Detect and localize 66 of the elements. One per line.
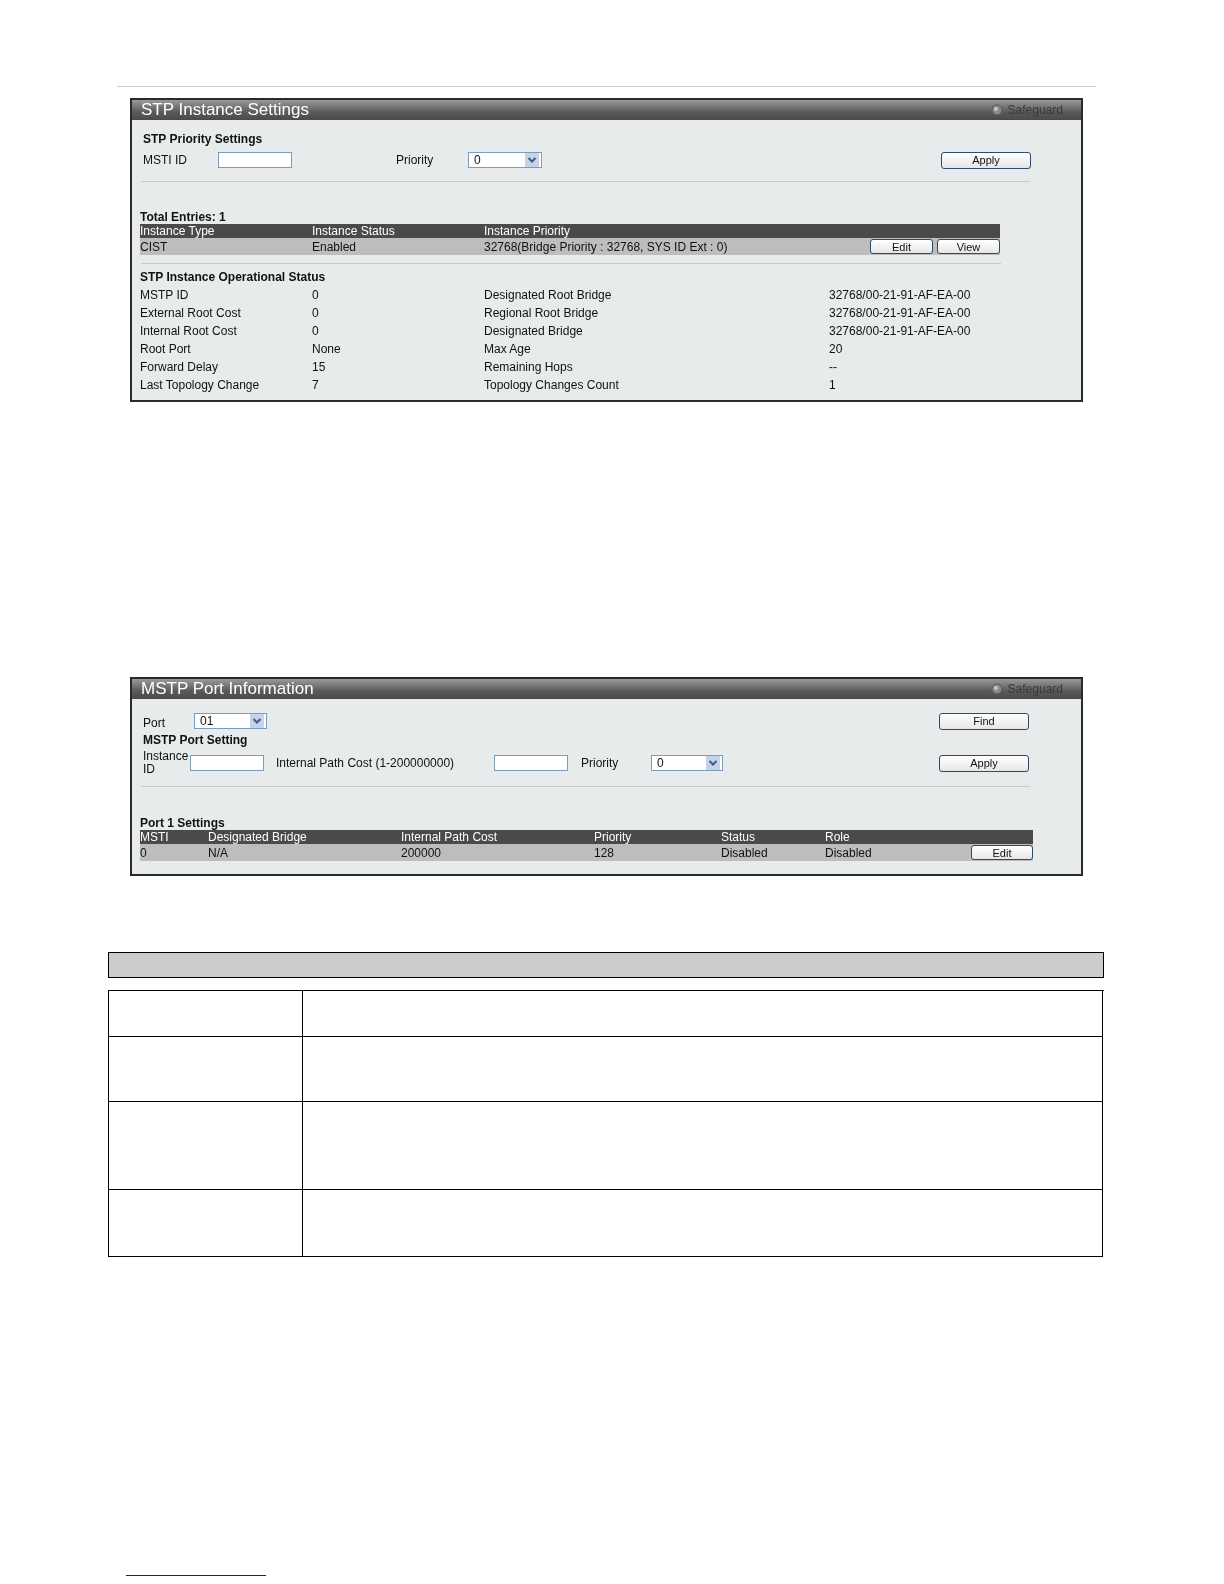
- status-label: MSTP ID: [140, 288, 190, 302]
- status-value: 32768/00-21-91-AF-EA-00: [829, 324, 972, 338]
- dropdown[interactable]: 0: [468, 152, 542, 168]
- status-value: 1: [829, 378, 837, 392]
- total-entries: Total Entries: 1: [140, 210, 227, 224]
- section-heading: MSTP Port Setting: [143, 733, 249, 747]
- field-label: Internal Path Cost (1-200000000): [276, 756, 456, 770]
- button[interactable]: Apply: [941, 151, 1031, 169]
- table-cell-text: 128: [594, 845, 616, 860]
- status-value: None: [312, 342, 342, 356]
- status-label: Remaining Hops: [484, 360, 574, 374]
- status-value: 0: [312, 306, 320, 320]
- status-label: Topology Changes Count: [484, 378, 620, 392]
- status-value: 7: [312, 378, 320, 392]
- status-label: Internal Root Cost: [140, 324, 238, 338]
- column-header: MSTI: [140, 830, 170, 844]
- dropdown[interactable]: 01: [194, 713, 267, 729]
- status-value: 0: [312, 324, 320, 338]
- status-label: Root Port: [140, 342, 192, 356]
- button[interactable]: Apply: [939, 754, 1029, 772]
- field-label: MSTI ID: [143, 153, 188, 167]
- column-header: Internal Path Cost: [401, 830, 499, 844]
- dropdown[interactable]: 0: [651, 755, 723, 771]
- status-label: Designated Root Bridge: [484, 288, 613, 302]
- section-heading: STP Instance Operational Status: [140, 270, 327, 284]
- status-label: Regional Root Bridge: [484, 306, 600, 320]
- field-label: Instance ID: [143, 750, 190, 776]
- column-header: Instance Priority: [484, 224, 572, 238]
- field-label: Priority: [396, 153, 435, 167]
- safeguard-label: Safeguard: [1007, 103, 1063, 117]
- table-cell-text: N/A: [208, 845, 229, 860]
- column-header: Priority: [594, 830, 633, 844]
- table-cell-text: Disabled: [825, 845, 873, 860]
- button[interactable]: View: [937, 239, 1000, 254]
- column-header: Designated Bridge: [208, 830, 308, 844]
- table-cell-text: CIST: [140, 239, 169, 254]
- status-value: 32768/00-21-91-AF-EA-00: [829, 288, 972, 302]
- button[interactable]: Find: [939, 712, 1029, 730]
- table-cell-text: 32768(Bridge Priority : 32768, SYS ID Ext : 0): [484, 239, 729, 254]
- safeguard-label: Safeguard: [1007, 682, 1063, 696]
- field-label: Priority: [581, 756, 620, 770]
- table-cell-text: Disabled: [721, 845, 769, 860]
- column-header: Status: [721, 830, 757, 844]
- table-cell-text: Enabled: [312, 239, 358, 254]
- button[interactable]: Edit: [870, 239, 933, 254]
- panel-title: STP Instance Settings: [141, 100, 309, 120]
- status-label: Last Topology Change: [140, 378, 261, 392]
- column-header: Instance Status: [312, 224, 396, 238]
- status-label: Forward Delay: [140, 360, 220, 374]
- status-value: 0: [312, 288, 320, 302]
- status-value: --: [829, 360, 838, 374]
- status-label: External Root Cost: [140, 306, 242, 320]
- field-label: Port: [143, 716, 166, 730]
- column-header: Instance Type: [140, 224, 216, 238]
- button[interactable]: Edit: [971, 845, 1033, 860]
- section-heading: STP Priority Settings: [143, 132, 264, 146]
- status-value: 20: [829, 342, 844, 356]
- status-value: 32768/00-21-91-AF-EA-00: [829, 306, 972, 320]
- column-header: Role: [825, 830, 851, 844]
- section-heading: Port 1 Settings: [140, 816, 226, 830]
- table-cell-text: 0: [140, 845, 148, 860]
- panel-title: MSTP Port Information: [141, 679, 314, 699]
- status-value: 15: [312, 360, 327, 374]
- status-label: Designated Bridge: [484, 324, 584, 338]
- table-cell-text: 200000: [401, 845, 443, 860]
- status-label: Max Age: [484, 342, 532, 356]
